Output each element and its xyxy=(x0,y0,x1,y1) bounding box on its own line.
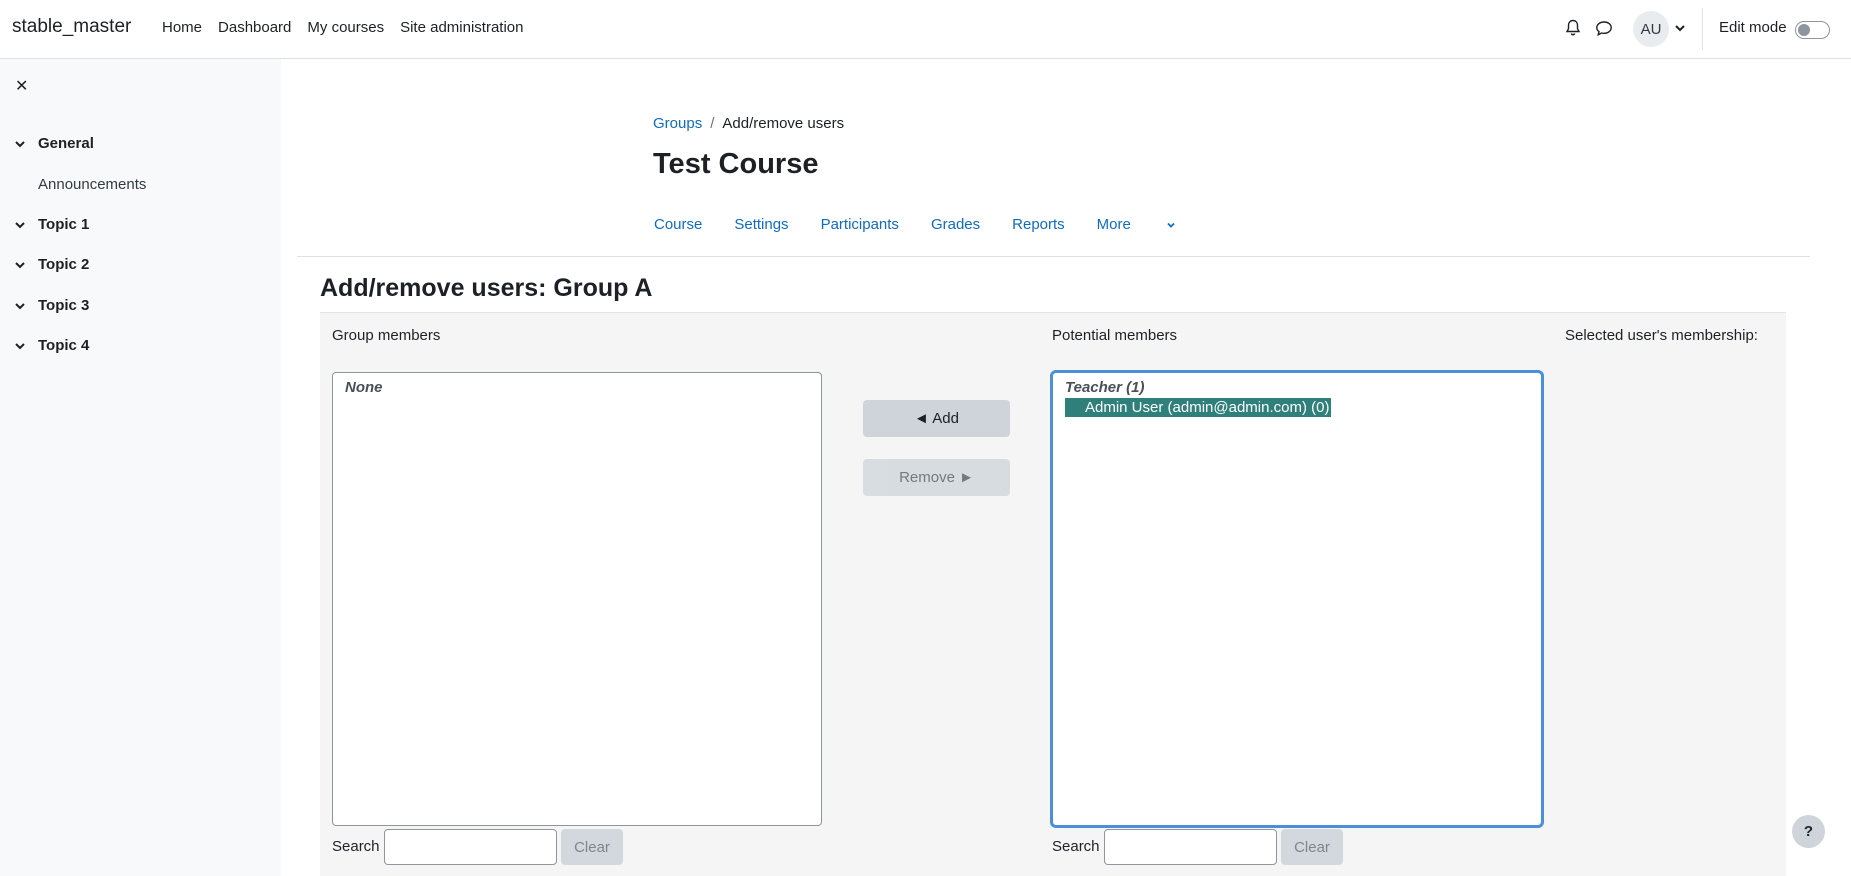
nav-my-courses[interactable]: My courses xyxy=(307,19,384,36)
potential-members-listbox[interactable]: Teacher (1) Admin User (admin@admin.com)… xyxy=(1050,370,1544,828)
tab-more[interactable]: More xyxy=(1097,216,1176,233)
chevron-down-icon xyxy=(1167,222,1175,228)
tab-course[interactable]: Course xyxy=(654,216,702,233)
course-secondary-nav: Course Settings Participants Grades Repo… xyxy=(654,216,1208,233)
messages-icon[interactable] xyxy=(1595,20,1613,37)
potential-members-clear-button[interactable]: Clear xyxy=(1281,829,1343,865)
group-members-label: Group members xyxy=(332,327,441,344)
drawer-section-topic-4[interactable]: Topic 4 xyxy=(14,337,89,354)
option-admin-user[interactable]: Admin User (admin@admin.com) (0) xyxy=(1065,398,1332,417)
selected-user-membership-label: Selected user's membership: xyxy=(1565,327,1758,344)
group-members-clear-button[interactable]: Clear xyxy=(561,829,623,865)
course-index-drawer: ✕ General Announcements Topic 1 Topic 2 … xyxy=(0,59,281,876)
chevron-down-icon[interactable] xyxy=(14,219,26,231)
tab-grades[interactable]: Grades xyxy=(931,216,980,233)
drawer-item-announcements[interactable]: Announcements xyxy=(38,176,146,193)
navbar-divider xyxy=(1702,8,1703,50)
drawer-section-label: Topic 3 xyxy=(38,297,90,314)
help-button[interactable]: ? xyxy=(1792,815,1825,848)
potential-members-label: Potential members xyxy=(1052,327,1178,344)
tab-more-label: More xyxy=(1096,216,1131,233)
drawer-section-topic-2[interactable]: Topic 2 xyxy=(14,256,89,273)
nav-home[interactable]: Home xyxy=(162,19,202,36)
primary-navigation: Home Dashboard My courses Site administr… xyxy=(162,19,540,36)
drawer-section-topic-1[interactable]: Topic 1 xyxy=(14,216,89,233)
remove-button[interactable]: Remove ► xyxy=(863,459,1010,496)
breadcrumb: Groups / Add/remove users xyxy=(653,115,844,132)
site-brand[interactable]: stable_master xyxy=(12,16,131,38)
group-members-search-input[interactable] xyxy=(384,829,557,865)
potential-members-search-input[interactable] xyxy=(1104,829,1277,865)
user-menu-chevron-down-icon[interactable] xyxy=(1674,22,1686,34)
breadcrumb-current: Add/remove users xyxy=(722,115,845,132)
tab-settings[interactable]: Settings xyxy=(734,216,788,233)
drawer-section-label: Topic 2 xyxy=(38,256,90,273)
notifications-bell-icon[interactable] xyxy=(1565,19,1581,37)
drawer-section-label: Topic 1 xyxy=(38,216,90,233)
chevron-down-icon[interactable] xyxy=(14,138,26,150)
chevron-down-icon[interactable] xyxy=(14,259,26,271)
close-drawer-icon[interactable]: ✕ xyxy=(15,79,29,95)
tab-reports[interactable]: Reports xyxy=(1012,216,1065,233)
chevron-down-icon[interactable] xyxy=(14,340,26,352)
nav-site-administration[interactable]: Site administration xyxy=(400,19,523,36)
chevron-down-icon[interactable] xyxy=(14,300,26,312)
group-members-empty: None xyxy=(345,379,383,396)
page-title: Test Course xyxy=(653,148,819,180)
optgroup-teacher: Teacher (1) xyxy=(1065,379,1145,396)
drawer-section-general[interactable]: General xyxy=(14,135,94,152)
avatar-initials: AU xyxy=(1640,20,1662,38)
group-members-listbox[interactable]: None xyxy=(332,372,822,826)
edit-mode-toggle[interactable] xyxy=(1795,21,1830,39)
edit-mode-label: Edit mode xyxy=(1719,19,1787,36)
header-divider xyxy=(297,256,1810,257)
drawer-section-topic-3[interactable]: Topic 3 xyxy=(14,297,89,314)
section-title: Add/remove users: Group A xyxy=(320,274,653,302)
user-avatar[interactable]: AU xyxy=(1633,11,1669,47)
breadcrumb-separator: / xyxy=(710,115,715,132)
nav-dashboard[interactable]: Dashboard xyxy=(218,19,291,36)
drawer-section-label: General xyxy=(38,135,94,152)
breadcrumb-groups-link[interactable]: Groups xyxy=(653,115,702,132)
add-button[interactable]: ◄ Add xyxy=(863,400,1010,437)
tab-participants[interactable]: Participants xyxy=(821,216,899,233)
potential-members-search-label: Search xyxy=(1052,838,1100,855)
group-members-search-label: Search xyxy=(332,838,380,855)
top-navbar: stable_master Home Dashboard My courses … xyxy=(0,0,1851,59)
drawer-section-label: Topic 4 xyxy=(38,337,90,354)
